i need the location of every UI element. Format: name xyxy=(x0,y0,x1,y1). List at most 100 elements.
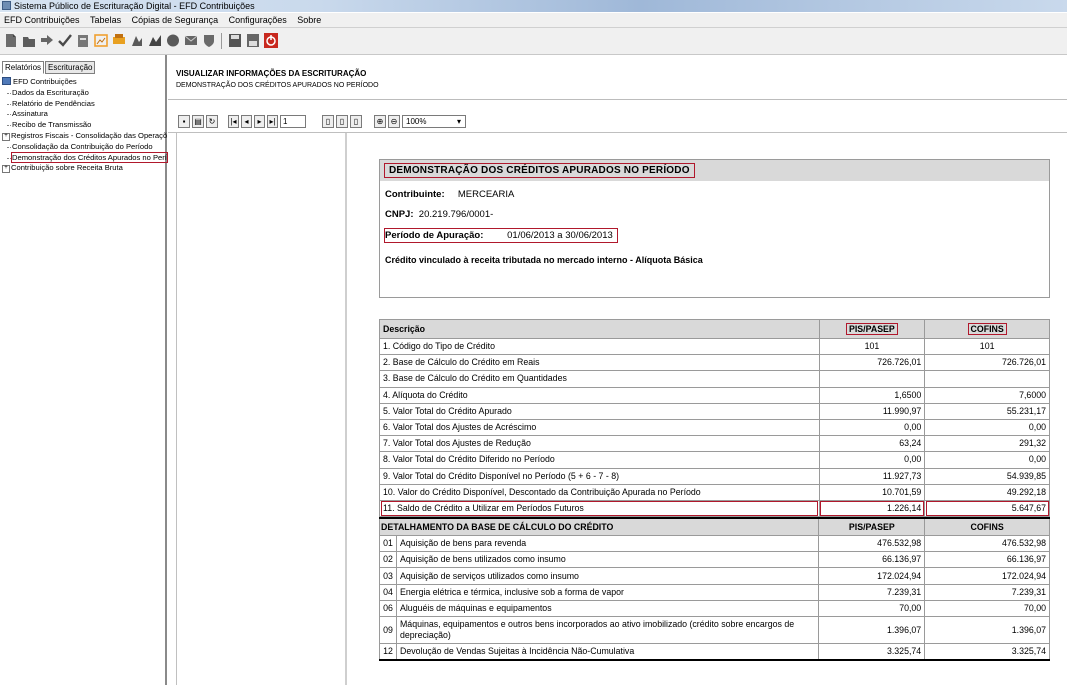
tab-escrituracao[interactable]: Escrituração xyxy=(45,61,96,74)
row-cofins: 1.396,07 xyxy=(924,616,1050,644)
facing-pages-icon[interactable]: ▯ xyxy=(350,115,362,128)
receipt-icon[interactable] xyxy=(165,32,181,49)
validate-check-icon[interactable] xyxy=(57,32,73,49)
row-code: 01 xyxy=(379,535,397,553)
row-pis: 0,00 xyxy=(818,451,926,469)
tree-item-consolidacao[interactable]: Consolidação da Contribuição do Período xyxy=(0,142,165,153)
row-pis: 101 xyxy=(818,337,926,356)
row-pis: 172.024,94 xyxy=(818,567,926,585)
row-desc: Aquisição de serviços utilizados como in… xyxy=(395,567,820,585)
row-cofins: 172.024,94 xyxy=(924,567,1050,585)
tree-item-receita-bruta[interactable]: + Contribuição sobre Receita Bruta xyxy=(0,163,165,174)
chevron-down-icon: ▾ xyxy=(456,117,461,126)
single-page-icon[interactable]: ▯ xyxy=(322,115,334,128)
menu-copias[interactable]: Cópias de Segurança xyxy=(132,15,219,25)
report-icon[interactable] xyxy=(93,32,109,49)
menu-efd[interactable]: EFD Contribuições xyxy=(4,15,80,25)
detail-title: DETALHAMENTO DA BASE DE CÁLCULO DO CRÉDI… xyxy=(378,517,820,537)
row-pis: 11.927,73 xyxy=(818,467,926,485)
zoom-out-icon[interactable]: ⊖ xyxy=(388,115,400,128)
expand-plus-icon[interactable]: + xyxy=(2,132,10,141)
menu-sobre[interactable]: Sobre xyxy=(297,15,321,25)
first-page-icon[interactable]: |◂ xyxy=(228,115,239,128)
row-desc: 7. Valor Total dos Ajustes de Redução xyxy=(379,435,820,453)
table-row: 2. Base de Cálculo do Crédito em Reais 72… xyxy=(379,354,1050,372)
table-row: 5. Valor Total do Crédito Apurado 11.990,… xyxy=(379,402,1050,420)
contribuinte-value: MERCEARIA xyxy=(457,189,515,200)
table-row: 06 Aluguéis de máquinas e equipamentos 70,… xyxy=(379,599,1050,618)
menu-tabelas[interactable]: Tabelas xyxy=(90,15,121,25)
table-row: 12 Devolução de Vendas Sujeitas à Incidên… xyxy=(379,643,1050,662)
new-file-icon[interactable] xyxy=(3,32,19,49)
next-page-icon[interactable]: ▸ xyxy=(254,115,265,128)
tab-relatorios[interactable]: Relatórios xyxy=(2,61,45,74)
menu-bar: EFD Contribuições Tabelas Cópias de Segu… xyxy=(0,13,1067,28)
table-row: 4. Alíquota do Crédito 1,6500 7,6000 xyxy=(379,386,1050,404)
row-desc: 11. Saldo de Crédito a Utilizar em Perío… xyxy=(379,499,820,518)
open-file-icon[interactable] xyxy=(21,32,37,49)
zoom-select[interactable]: 100% ▾ xyxy=(402,115,466,128)
report-spacer xyxy=(379,298,1050,319)
transmit-icon[interactable] xyxy=(147,32,163,49)
mail-icon[interactable] xyxy=(183,32,199,49)
row-pis: 11.990,97 xyxy=(818,402,926,420)
row-pis: 0,00 xyxy=(818,418,926,437)
row-pis: 1.396,07 xyxy=(818,616,926,644)
row-code: 09 xyxy=(379,616,397,644)
zoom-value: 100% xyxy=(406,117,427,126)
table-row: 9. Valor Total do Crédito Disponível no … xyxy=(379,467,1050,485)
row-desc: 4. Alíquota do Crédito xyxy=(379,386,820,404)
row-pis: 726.726,01 xyxy=(818,354,926,372)
row-pis: 63,24 xyxy=(818,435,926,453)
tree-item-pendencias[interactable]: Relatório de Pendências xyxy=(0,99,165,110)
tree-root[interactable]: EFD Contribuições xyxy=(0,77,165,88)
tree-item-demonstracao-creditos[interactable]: Demonstração dos Créditos Apurados no Pe… xyxy=(0,151,168,164)
row-desc: 9. Valor Total do Crédito Disponível no … xyxy=(379,467,820,485)
print-icon[interactable] xyxy=(111,32,127,49)
shield-icon[interactable] xyxy=(201,32,217,49)
sign-icon[interactable] xyxy=(129,32,145,49)
row-cofins: 291,32 xyxy=(924,435,1050,453)
row-code: 06 xyxy=(379,599,397,618)
last-page-icon[interactable]: ▸| xyxy=(267,115,278,128)
row-desc: Devolução de Vendas Sujeitas à Incidênci… xyxy=(395,643,820,662)
expand-plus-icon[interactable]: + xyxy=(2,165,10,174)
refresh-icon[interactable]: ↻ xyxy=(206,115,218,128)
cnpj-line: CNPJ: 20.219.796/0001- xyxy=(385,209,493,220)
report-viewer-toolbar: ▪ ▤ ↻ |◂ ◂ ▸ ▸| 1 ▯ ▯ ▯ ⊕ ⊖ 100% ▾ xyxy=(168,110,1067,133)
app-icon xyxy=(2,1,11,10)
tree-item-recibo[interactable]: Recibo de Transmissão xyxy=(0,120,165,131)
save-as-icon[interactable] xyxy=(245,32,261,49)
save-icon[interactable] xyxy=(227,32,243,49)
row-cofins: 70,00 xyxy=(924,599,1050,618)
credit-table-header: Descrição PIS/PASEP COFINS xyxy=(379,319,1050,339)
row-code: 12 xyxy=(379,643,397,662)
import-icon[interactable] xyxy=(39,32,55,49)
page-number-input[interactable]: 1 xyxy=(280,115,306,128)
continuous-page-icon[interactable]: ▯ xyxy=(336,115,348,128)
contribuinte-label: Contribuinte: xyxy=(385,189,445,200)
zoom-in-icon[interactable]: ⊕ xyxy=(374,115,386,128)
exit-icon[interactable] xyxy=(263,32,279,49)
contribuinte-line: Contribuinte: MERCEARIA xyxy=(385,189,514,200)
row-cofins xyxy=(924,370,1050,388)
tree-item-assinatura[interactable]: Assinatura xyxy=(0,109,165,120)
row-cofins: 5.647,67 xyxy=(924,499,1050,518)
print-report-icon[interactable]: ▤ xyxy=(192,115,204,128)
row-desc: Aquisição de bens utilizados como insumo xyxy=(395,551,820,569)
edit-icon[interactable] xyxy=(75,32,91,49)
row-desc: 8. Valor Total do Crédito Diferido no Pe… xyxy=(379,451,820,469)
save-report-icon[interactable]: ▪ xyxy=(178,115,190,128)
row-desc: 10. Valor do Crédito Disponível, Descont… xyxy=(379,483,820,501)
table-row: 03 Aquisição de serviços utilizados como … xyxy=(379,567,1050,585)
row-cofins: 0,00 xyxy=(924,418,1050,437)
col-descricao: Descrição xyxy=(379,319,820,339)
tree-item-registros-fiscais[interactable]: + Registros Fiscais - Consolidação das Op… xyxy=(0,131,167,142)
report-title: DEMONSTRAÇÃO DOS CRÉDITOS APURADOS NO PE… xyxy=(384,163,695,178)
table-row-saldo: 11. Saldo de Crédito a Utilizar em Perío… xyxy=(379,499,1050,518)
menu-configuracoes[interactable]: Configurações xyxy=(229,15,287,25)
row-cofins: 54.939,85 xyxy=(924,467,1050,485)
tree-item-dados[interactable]: Dados da Escrituração xyxy=(0,88,165,99)
viewer-splitter[interactable] xyxy=(345,133,347,685)
prev-page-icon[interactable]: ◂ xyxy=(241,115,252,128)
